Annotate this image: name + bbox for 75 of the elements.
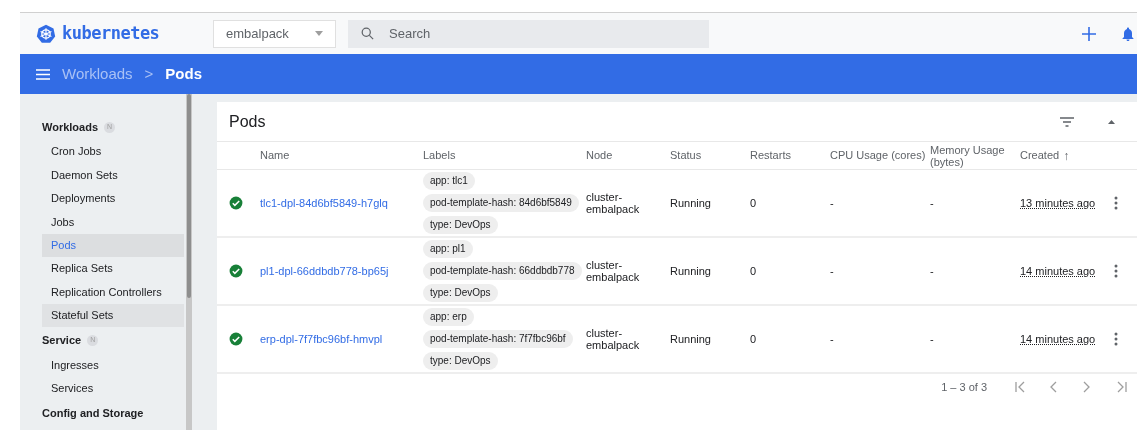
namespace-select[interactable]: embalpack (213, 19, 336, 48)
bell-icon[interactable] (1122, 26, 1134, 41)
cpu-cell: - (830, 332, 834, 345)
column-header[interactable]: Labels (423, 147, 456, 164)
sidebar-item[interactable]: Stateful Sets (42, 303, 184, 328)
more-icon[interactable] (1114, 332, 1118, 346)
section-heading: Service (42, 332, 82, 348)
sidebar-item[interactable]: Replication Controllers (42, 280, 184, 304)
last-page-icon[interactable] (1117, 381, 1127, 393)
restarts-cell: 0 (750, 196, 757, 209)
label-chip: pod-template-hash: 84d6bf5849 (423, 194, 579, 212)
previous-page-icon[interactable] (1049, 381, 1059, 393)
sidebar-item[interactable]: Ingresses (42, 353, 184, 377)
scrollbar-thumb[interactable] (187, 94, 191, 298)
node-cell-text: cluster-embalpack (586, 327, 641, 351)
status-cell: Running (670, 332, 711, 345)
label-chip: pod-template-hash: 7f7fbc96bf (423, 330, 573, 348)
search-icon (360, 26, 375, 41)
helm-wheel-icon (36, 23, 56, 44)
label-chip: type: DevOps (423, 352, 498, 370)
pod-link[interactable]: pl1-dpl-66ddbdb778-bp65j (260, 264, 389, 277)
sidebar-item[interactable]: Replica Sets (42, 256, 184, 281)
sidebar-item[interactable]: Services (42, 376, 184, 400)
caret-icon (315, 31, 323, 36)
column-header[interactable]: CPU Usage (cores) (830, 147, 926, 164)
sort-arrow[interactable]: ↑ (1063, 146, 1070, 165)
column-header[interactable]: Status (670, 147, 702, 164)
more-icon[interactable] (1114, 196, 1118, 210)
column-header[interactable]: Restarts (750, 147, 791, 164)
add-icon[interactable] (1082, 26, 1096, 41)
label-chip: type: DevOps (423, 284, 498, 302)
node-cell-text: cluster-embalpack (586, 191, 641, 215)
search-field[interactable]: Search (348, 19, 709, 48)
memory-cell: - (930, 332, 934, 345)
first-page-icon[interactable] (1015, 381, 1025, 393)
created-cell: 14 minutes ago (1020, 332, 1096, 345)
label-chip: pod-template-hash: 66ddbdb778 (423, 262, 582, 280)
sidebar-item[interactable]: Pods (42, 233, 184, 257)
pod-link[interactable]: tlc1-dpl-84d6bf5849-h7glq (260, 196, 388, 209)
sidebar-item[interactable]: Deployments (42, 186, 184, 211)
section-heading: Workloads (42, 119, 99, 135)
breadcrumb-current: Pods (165, 63, 203, 84)
restarts-cell: 0 (750, 332, 757, 345)
filter-icon[interactable] (1060, 116, 1074, 127)
label-chip: app: erp (423, 308, 474, 326)
status-cell: Running (670, 264, 711, 277)
more-icon[interactable] (1114, 264, 1118, 278)
sidebar-item[interactable]: Jobs (42, 210, 184, 234)
memory-cell: - (930, 196, 934, 209)
label-chip: app: tlc1 (423, 172, 475, 190)
sidebar-item[interactable]: Cron Jobs (42, 140, 184, 164)
label-chip: type: DevOps (423, 216, 498, 234)
pagination-range: 1 – 3 of 3 (941, 379, 987, 395)
label-chip: app: pl1 (423, 240, 473, 258)
collapse-icon[interactable] (1108, 119, 1115, 124)
column-header[interactable]: Node (586, 147, 613, 164)
card-title: Pods (229, 111, 266, 132)
created-cell: 13 minutes ago (1020, 196, 1096, 209)
status-cell: Running (670, 196, 711, 209)
restarts-cell: 0 (750, 264, 757, 277)
menu-icon[interactable] (36, 68, 50, 80)
section-heading: Config and Storage (42, 405, 144, 421)
column-header[interactable]: Name (260, 147, 290, 164)
column-header[interactable]: Memory Usage (bytes) (930, 143, 1010, 168)
search-input[interactable]: Search (389, 23, 669, 44)
node-cell-text: cluster-embalpack (586, 259, 641, 283)
sidebar-item[interactable]: Daemon Sets (42, 163, 184, 187)
breadcrumb-separator: > (144, 63, 154, 84)
cpu-cell: - (830, 196, 834, 209)
memory-cell: - (930, 264, 934, 277)
column-header[interactable]: Created (1020, 147, 1060, 164)
created-cell: 14 minutes ago (1020, 264, 1096, 277)
cpu-cell: - (830, 264, 834, 277)
pod-link[interactable]: erp-dpl-7f7fbc96bf-hmvpl (260, 332, 383, 345)
logo-text: kubernetes (62, 21, 160, 45)
